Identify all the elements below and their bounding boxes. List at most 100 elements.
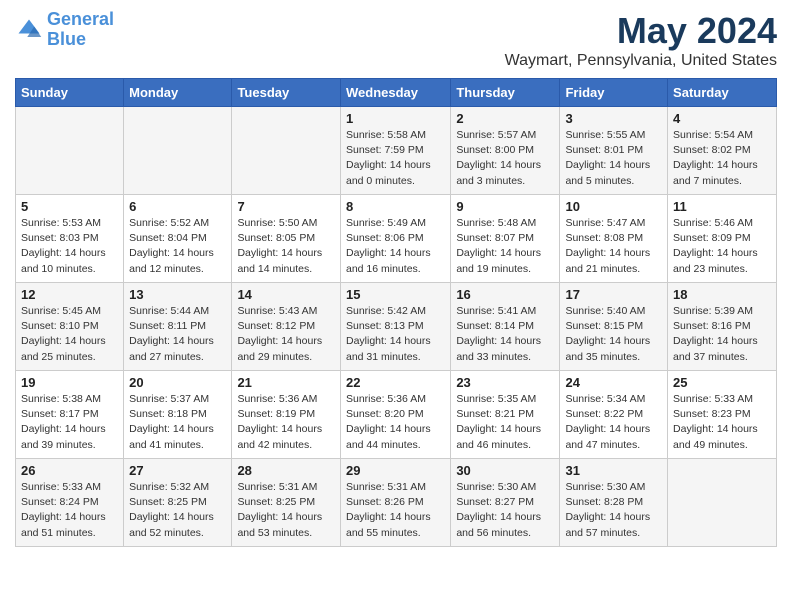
logo-line1: General [47,9,114,29]
day-info: Sunrise: 5:33 AMSunset: 8:24 PMDaylight:… [21,480,118,541]
day-info: Sunrise: 5:54 AMSunset: 8:02 PMDaylight:… [673,128,771,189]
logo-text: General Blue [47,10,114,50]
day-info: Sunrise: 5:36 AMSunset: 8:19 PMDaylight:… [237,392,335,453]
day-info: Sunrise: 5:32 AMSunset: 8:25 PMDaylight:… [129,480,226,541]
day-info: Sunrise: 5:36 AMSunset: 8:20 PMDaylight:… [346,392,445,453]
day-info: Sunrise: 5:57 AMSunset: 8:00 PMDaylight:… [456,128,554,189]
calendar-cell: 28Sunrise: 5:31 AMSunset: 8:25 PMDayligh… [232,459,341,547]
day-number: 8 [346,199,445,214]
day-number: 24 [565,375,662,390]
day-info: Sunrise: 5:33 AMSunset: 8:23 PMDaylight:… [673,392,771,453]
calendar-cell: 10 Sunrise: 5:47 AMSunset: 8:08 PMDayligh… [560,195,668,283]
day-number: 18 [673,287,771,302]
calendar-cell: 29 Sunrise: 5:31 AMSunset: 8:26 PMDayligh… [340,459,450,547]
calendar-cell: 2 Sunrise: 5:57 AMSunset: 8:00 PMDaylight… [451,107,560,195]
day-number: 6 [129,199,226,214]
day-info: Sunrise: 5:50 AMSunset: 8:05 PMDaylight:… [237,216,335,277]
calendar-cell: 22Sunrise: 5:36 AMSunset: 8:20 PMDayligh… [340,371,450,459]
day-info: Sunrise: 5:31 AMSunset: 8:26 PMDaylight:… [346,480,445,541]
day-info: Sunrise: 5:58 AMSunset: 7:59 PMDaylight:… [346,128,445,189]
weekday-header-thursday: Thursday [451,79,560,107]
calendar-cell: 26 Sunrise: 5:33 AMSunset: 8:24 PMDayligh… [16,459,124,547]
day-number: 23 [456,375,554,390]
day-info: Sunrise: 5:30 AMSunset: 8:28 PMDaylight:… [565,480,662,541]
calendar-cell: 15Sunrise: 5:42 AMSunset: 8:13 PMDayligh… [340,283,450,371]
day-number: 7 [237,199,335,214]
logo-icon [15,16,43,44]
calendar-cell: 7 Sunrise: 5:50 AMSunset: 8:05 PMDaylight… [232,195,341,283]
day-info: Sunrise: 5:45 AMSunset: 8:10 PMDaylight:… [21,304,118,365]
day-number: 31 [565,463,662,478]
calendar-row: 19Sunrise: 5:38 AMSunset: 8:17 PMDayligh… [16,371,777,459]
page-header: General Blue May 2024 Waymart, Pennsylva… [15,10,777,70]
month-title: May 2024 [505,10,777,52]
calendar-cell: 27 Sunrise: 5:32 AMSunset: 8:25 PMDayligh… [124,459,232,547]
day-number: 26 [21,463,118,478]
calendar-cell: 16Sunrise: 5:41 AMSunset: 8:14 PMDayligh… [451,283,560,371]
calendar-cell: 23 Sunrise: 5:35 AMSunset: 8:21 PMDayligh… [451,371,560,459]
day-info: Sunrise: 5:39 AMSunset: 8:16 PMDaylight:… [673,304,771,365]
logo: General Blue [15,10,114,50]
day-number: 4 [673,111,771,126]
calendar-row: 5 Sunrise: 5:53 AMSunset: 8:03 PMDaylight… [16,195,777,283]
day-number: 20 [129,375,226,390]
calendar-row: 12 Sunrise: 5:45 AMSunset: 8:10 PMDayligh… [16,283,777,371]
calendar-row: 1 Sunrise: 5:58 AMSunset: 7:59 PMDaylight… [16,107,777,195]
day-number: 27 [129,463,226,478]
day-info: Sunrise: 5:44 AMSunset: 8:11 PMDaylight:… [129,304,226,365]
weekday-header-saturday: Saturday [668,79,777,107]
calendar-cell: 21 Sunrise: 5:36 AMSunset: 8:19 PMDayligh… [232,371,341,459]
day-info: Sunrise: 5:46 AMSunset: 8:09 PMDaylight:… [673,216,771,277]
day-info: Sunrise: 5:49 AMSunset: 8:06 PMDaylight:… [346,216,445,277]
day-info: Sunrise: 5:35 AMSunset: 8:21 PMDaylight:… [456,392,554,453]
calendar-header: SundayMondayTuesdayWednesdayThursdayFrid… [16,79,777,107]
day-number: 28 [237,463,335,478]
day-number: 17 [565,287,662,302]
day-info: Sunrise: 5:30 AMSunset: 8:27 PMDaylight:… [456,480,554,541]
day-number: 2 [456,111,554,126]
title-area: May 2024 Waymart, Pennsylvania, United S… [505,10,777,70]
calendar-cell: 9Sunrise: 5:48 AMSunset: 8:07 PMDaylight… [451,195,560,283]
day-number: 11 [673,199,771,214]
calendar-cell: 4 Sunrise: 5:54 AMSunset: 8:02 PMDaylight… [668,107,777,195]
calendar-cell [16,107,124,195]
day-number: 29 [346,463,445,478]
day-number: 9 [456,199,554,214]
day-number: 21 [237,375,335,390]
day-info: Sunrise: 5:40 AMSunset: 8:15 PMDaylight:… [565,304,662,365]
weekday-header-friday: Friday [560,79,668,107]
calendar-cell: 5 Sunrise: 5:53 AMSunset: 8:03 PMDaylight… [16,195,124,283]
calendar-cell [232,107,341,195]
calendar-cell: 17 Sunrise: 5:40 AMSunset: 8:15 PMDayligh… [560,283,668,371]
calendar-cell: 13 Sunrise: 5:44 AMSunset: 8:11 PMDayligh… [124,283,232,371]
day-number: 25 [673,375,771,390]
weekday-header-sunday: Sunday [16,79,124,107]
location: Waymart, Pennsylvania, United States [505,52,777,70]
day-info: Sunrise: 5:37 AMSunset: 8:18 PMDaylight:… [129,392,226,453]
day-number: 14 [237,287,335,302]
day-number: 3 [565,111,662,126]
calendar-table: SundayMondayTuesdayWednesdayThursdayFrid… [15,78,777,547]
day-number: 1 [346,111,445,126]
day-info: Sunrise: 5:53 AMSunset: 8:03 PMDaylight:… [21,216,118,277]
day-number: 12 [21,287,118,302]
logo-line2: Blue [47,29,86,49]
calendar-body: 1 Sunrise: 5:58 AMSunset: 7:59 PMDaylight… [16,107,777,547]
day-info: Sunrise: 5:43 AMSunset: 8:12 PMDaylight:… [237,304,335,365]
day-info: Sunrise: 5:55 AMSunset: 8:01 PMDaylight:… [565,128,662,189]
day-info: Sunrise: 5:47 AMSunset: 8:08 PMDaylight:… [565,216,662,277]
calendar-cell: 19Sunrise: 5:38 AMSunset: 8:17 PMDayligh… [16,371,124,459]
header-row: SundayMondayTuesdayWednesdayThursdayFrid… [16,79,777,107]
calendar-cell [668,459,777,547]
day-number: 10 [565,199,662,214]
calendar-cell: 3 Sunrise: 5:55 AMSunset: 8:01 PMDaylight… [560,107,668,195]
calendar-cell: 18 Sunrise: 5:39 AMSunset: 8:16 PMDayligh… [668,283,777,371]
day-number: 13 [129,287,226,302]
calendar-cell: 25 Sunrise: 5:33 AMSunset: 8:23 PMDayligh… [668,371,777,459]
calendar-cell: 30Sunrise: 5:30 AMSunset: 8:27 PMDayligh… [451,459,560,547]
calendar-cell: 1 Sunrise: 5:58 AMSunset: 7:59 PMDaylight… [340,107,450,195]
day-info: Sunrise: 5:42 AMSunset: 8:13 PMDaylight:… [346,304,445,365]
day-number: 5 [21,199,118,214]
calendar-cell: 6Sunrise: 5:52 AMSunset: 8:04 PMDaylight… [124,195,232,283]
day-number: 19 [21,375,118,390]
